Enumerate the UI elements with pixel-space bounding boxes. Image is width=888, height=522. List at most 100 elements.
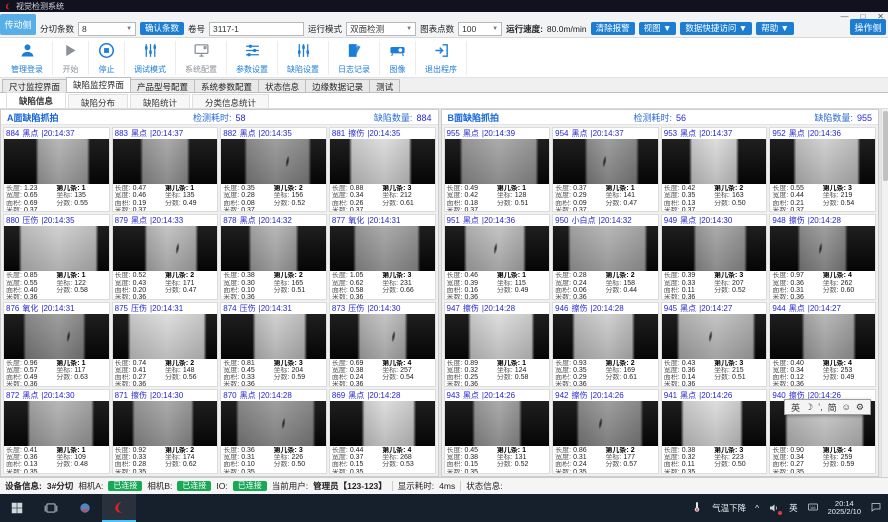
defect-cell[interactable]: 884 黑点 |20:14:37 长度:1.23宽度:0.65面积:0.69米数… bbox=[3, 127, 110, 212]
tab-3[interactable]: 系统参数配置 bbox=[194, 79, 259, 92]
tab-0[interactable]: 尺寸监控界面 bbox=[2, 79, 67, 92]
strip-count-select[interactable]: 8 ▼ bbox=[78, 22, 136, 36]
toolbar-button-exit[interactable]: 退出程序 bbox=[416, 41, 467, 75]
ime-settings-gear-icon[interactable]: ⚙ bbox=[856, 402, 864, 413]
info-value: 0.33 bbox=[241, 374, 255, 381]
scrollbar-thumb[interactable] bbox=[883, 111, 888, 181]
defect-cell[interactable]: 869 黑点 |20:14:28 长度:0.44宽度:0.37面积:0.15米数… bbox=[329, 389, 436, 474]
subtab-2[interactable]: 缺陷统计 bbox=[130, 94, 190, 108]
monitor-icon bbox=[193, 42, 210, 64]
defect-time: |20:14:31 bbox=[150, 304, 183, 313]
subtab-3[interactable]: 分类信息统计 bbox=[192, 94, 269, 108]
toolbar-button-stop[interactable]: 停止 bbox=[89, 41, 125, 75]
toolbar-button-sliders-v[interactable]: 调试模式 bbox=[125, 41, 176, 75]
subtab-1[interactable]: 缺陷分布 bbox=[68, 94, 128, 108]
toolbar-button-log[interactable]: 日志记录 bbox=[329, 41, 380, 75]
subtab-0[interactable]: 缺陷信息 bbox=[6, 92, 66, 108]
toolbar-button-play[interactable]: 开始 bbox=[53, 41, 89, 75]
defect-cell[interactable]: 872 黑点 |20:14:30 长度:0.41宽度:0.36面积:0.13米数… bbox=[3, 389, 110, 474]
defect-cell[interactable]: 944 黑点 |20:14:27 长度:0.40宽度:0.34面积:0.12米数… bbox=[769, 302, 876, 387]
defect-cell[interactable]: 945 黑点 |20:14:27 长度:0.43宽度:0.36面积:0.14米数… bbox=[661, 302, 768, 387]
run-mode-select[interactable]: 双面检测 ▼ bbox=[346, 22, 416, 36]
tab-6[interactable]: 测试 bbox=[369, 79, 400, 92]
defect-cell[interactable]: 953 黑点 |20:14:37 长度:0.42宽度:0.35面积:0.13米数… bbox=[661, 127, 768, 212]
toolbar-button-monitor[interactable]: 系统配置 bbox=[176, 41, 227, 75]
defect-image bbox=[4, 314, 109, 359]
ime-punct-icon[interactable]: ’, bbox=[818, 402, 823, 412]
info-label: 面积: bbox=[6, 287, 22, 294]
ime-emoji-icon[interactable]: ☺ bbox=[842, 402, 851, 412]
info-value: 0.52 bbox=[292, 200, 306, 207]
task-view-button[interactable] bbox=[34, 494, 68, 522]
info-label: 面积: bbox=[555, 287, 571, 294]
ime-indicator[interactable]: 英 bbox=[789, 502, 798, 514]
defect-cell[interactable]: 876 氧化 |20:14:31 长度:0.96宽度:0.57面积:0.49米数… bbox=[3, 302, 110, 387]
data-access-menu-button[interactable]: 数据快捷访问 ▼ bbox=[680, 22, 752, 35]
clear-alarm-button[interactable]: 清除报警 bbox=[591, 22, 635, 35]
tray-expand-caret[interactable]: ^ bbox=[755, 503, 759, 513]
ime-fullhalf-icon[interactable]: ☽ bbox=[805, 402, 813, 413]
start-button[interactable] bbox=[0, 494, 34, 522]
info-label: 分数: bbox=[274, 287, 290, 294]
clock[interactable]: 20:14 2025/2/10 bbox=[828, 500, 861, 517]
pinned-app-icon[interactable] bbox=[68, 494, 102, 522]
defect-cell[interactable]: 875 压伤 |20:14:31 长度:0.74宽度:0.41面积:0.27米数… bbox=[112, 302, 219, 387]
info-label: 宽度: bbox=[772, 454, 788, 461]
defect-cell[interactable]: 881 擦伤 |20:14:35 长度:0.88宽度:0.34面积:0.26米数… bbox=[329, 127, 436, 212]
active-app-icon[interactable] bbox=[102, 494, 136, 522]
toolbar-button-label: 图像 bbox=[390, 66, 406, 74]
info-value: 0.14 bbox=[682, 374, 696, 381]
defect-cell[interactable]: 871 擦伤 |20:14:30 长度:0.92宽度:0.33面积:0.28米数… bbox=[112, 389, 219, 474]
help-menu-button[interactable]: 帮助 ▼ bbox=[756, 22, 794, 35]
defect-cell[interactable]: 950 小白点 |20:14:32 长度:0.28宽度:0.24面积:0.06米… bbox=[552, 214, 659, 299]
defect-cell[interactable]: 942 擦伤 |20:14:26 长度:0.86宽度:0.31面积:0.24米数… bbox=[552, 389, 659, 474]
volume-icon[interactable] bbox=[768, 502, 780, 514]
defect-cell[interactable]: 954 黑点 |20:14:37 长度:0.37宽度:0.29面积:0.09米数… bbox=[552, 127, 659, 212]
thermometer-icon[interactable] bbox=[691, 501, 703, 515]
view-menu-button[interactable]: 视图 ▼ bbox=[639, 22, 677, 35]
defect-cell[interactable]: 880 压伤 |20:14:35 长度:0.85宽度:0.55面积:0.40米数… bbox=[3, 214, 110, 299]
defect-cell[interactable]: 877 氧化 |20:14:31 长度:1.05宽度:0.62面积:0.58米数… bbox=[329, 214, 436, 299]
defect-image bbox=[770, 226, 875, 271]
action-center-icon[interactable] bbox=[870, 501, 882, 515]
ime-lang-toggle[interactable]: 英 bbox=[791, 401, 800, 414]
defect-cell[interactable]: 951 黑点 |20:14:36 长度:0.46宽度:0.39面积:0.16米数… bbox=[444, 214, 551, 299]
ime-simplified-toggle[interactable]: 简 bbox=[828, 401, 837, 414]
defect-time: |20:14:33 bbox=[150, 216, 183, 225]
defect-cell[interactable]: 943 黑点 |20:14:26 长度:0.45宽度:0.38面积:0.15米数… bbox=[444, 389, 551, 474]
defect-cell[interactable]: 955 黑点 |20:14:39 长度:0.49宽度:0.42面积:0.18米数… bbox=[444, 127, 551, 212]
info-value: 0.38 bbox=[241, 272, 255, 279]
defect-cell-header: 882 黑点 |20:14:35 bbox=[221, 128, 326, 139]
defect-cell[interactable]: 882 黑点 |20:14:35 长度:0.35宽度:0.28面积:0.08米数… bbox=[220, 127, 327, 212]
confirm-strips-button[interactable]: 确认条数 bbox=[140, 22, 184, 35]
chart-points-select[interactable]: 100 ▼ bbox=[458, 22, 502, 36]
info-label: 分数: bbox=[382, 287, 398, 294]
defect-cell[interactable]: 874 压伤 |20:14:31 长度:0.81宽度:0.45面积:0.33米数… bbox=[220, 302, 327, 387]
drive-side-button[interactable]: 传动侧 bbox=[0, 14, 36, 35]
tab-1[interactable]: 缺陷监控界面 bbox=[66, 77, 131, 92]
roll-number-input[interactable]: 3117-1 bbox=[209, 22, 304, 36]
toolbar-button-sliders-h[interactable]: 参数设置 bbox=[227, 41, 278, 75]
defect-cell[interactable]: 873 压伤 |20:14:30 长度:0.69宽度:0.38面积:0.24米数… bbox=[329, 302, 436, 387]
defect-cell[interactable]: 948 擦伤 |20:14:28 长度:0.97宽度:0.36面积:0.31米数… bbox=[769, 214, 876, 299]
weather-ticker[interactable]: 气温下降 bbox=[712, 502, 746, 514]
defect-cell[interactable]: 870 黑点 |20:14:28 长度:0.36宽度:0.31面积:0.10米数… bbox=[220, 389, 327, 474]
tab-4[interactable]: 状态信息 bbox=[258, 79, 306, 92]
vertical-scrollbar[interactable] bbox=[881, 109, 888, 477]
defect-cell[interactable]: 949 黑点 |20:14:30 长度:0.39宽度:0.33面积:0.11米数… bbox=[661, 214, 768, 299]
touch-keyboard-icon[interactable] bbox=[807, 501, 819, 515]
toolbar-button-sliders-v2[interactable]: 缺陷设置 bbox=[278, 41, 329, 75]
defect-cell[interactable]: 878 黑点 |20:14:32 长度:0.38宽度:0.30面积:0.10米数… bbox=[220, 214, 327, 299]
defect-cell[interactable]: 941 黑点 |20:14:26 长度:0.38宽度:0.32面积:0.11米数… bbox=[661, 389, 768, 474]
toolbar-button-user[interactable]: 管理登录 bbox=[2, 41, 53, 75]
defect-cell[interactable]: 946 擦伤 |20:14:28 长度:0.93宽度:0.35面积:0.29米数… bbox=[552, 302, 659, 387]
tab-2[interactable]: 产品型号配置 bbox=[130, 79, 195, 92]
tab-5[interactable]: 边缘数据记录 bbox=[305, 79, 370, 92]
defect-cell[interactable]: 883 黑点 |20:14:37 长度:0.47宽度:0.46面积:0.19米数… bbox=[112, 127, 219, 212]
info-value: 0.50 bbox=[732, 461, 746, 468]
defect-cell[interactable]: 947 擦伤 |20:14:28 长度:0.89宽度:0.32面积:0.25米数… bbox=[444, 302, 551, 387]
toolbar-button-camera[interactable]: 图像 bbox=[380, 41, 416, 75]
defect-cell[interactable]: 879 黑点 |20:14:33 长度:0.52宽度:0.43面积:0.20米数… bbox=[112, 214, 219, 299]
operation-side-button[interactable]: 操作侧 bbox=[850, 19, 886, 35]
defect-cell[interactable]: 952 黑点 |20:14:36 长度:0.55宽度:0.44面积:0.21米数… bbox=[769, 127, 876, 212]
